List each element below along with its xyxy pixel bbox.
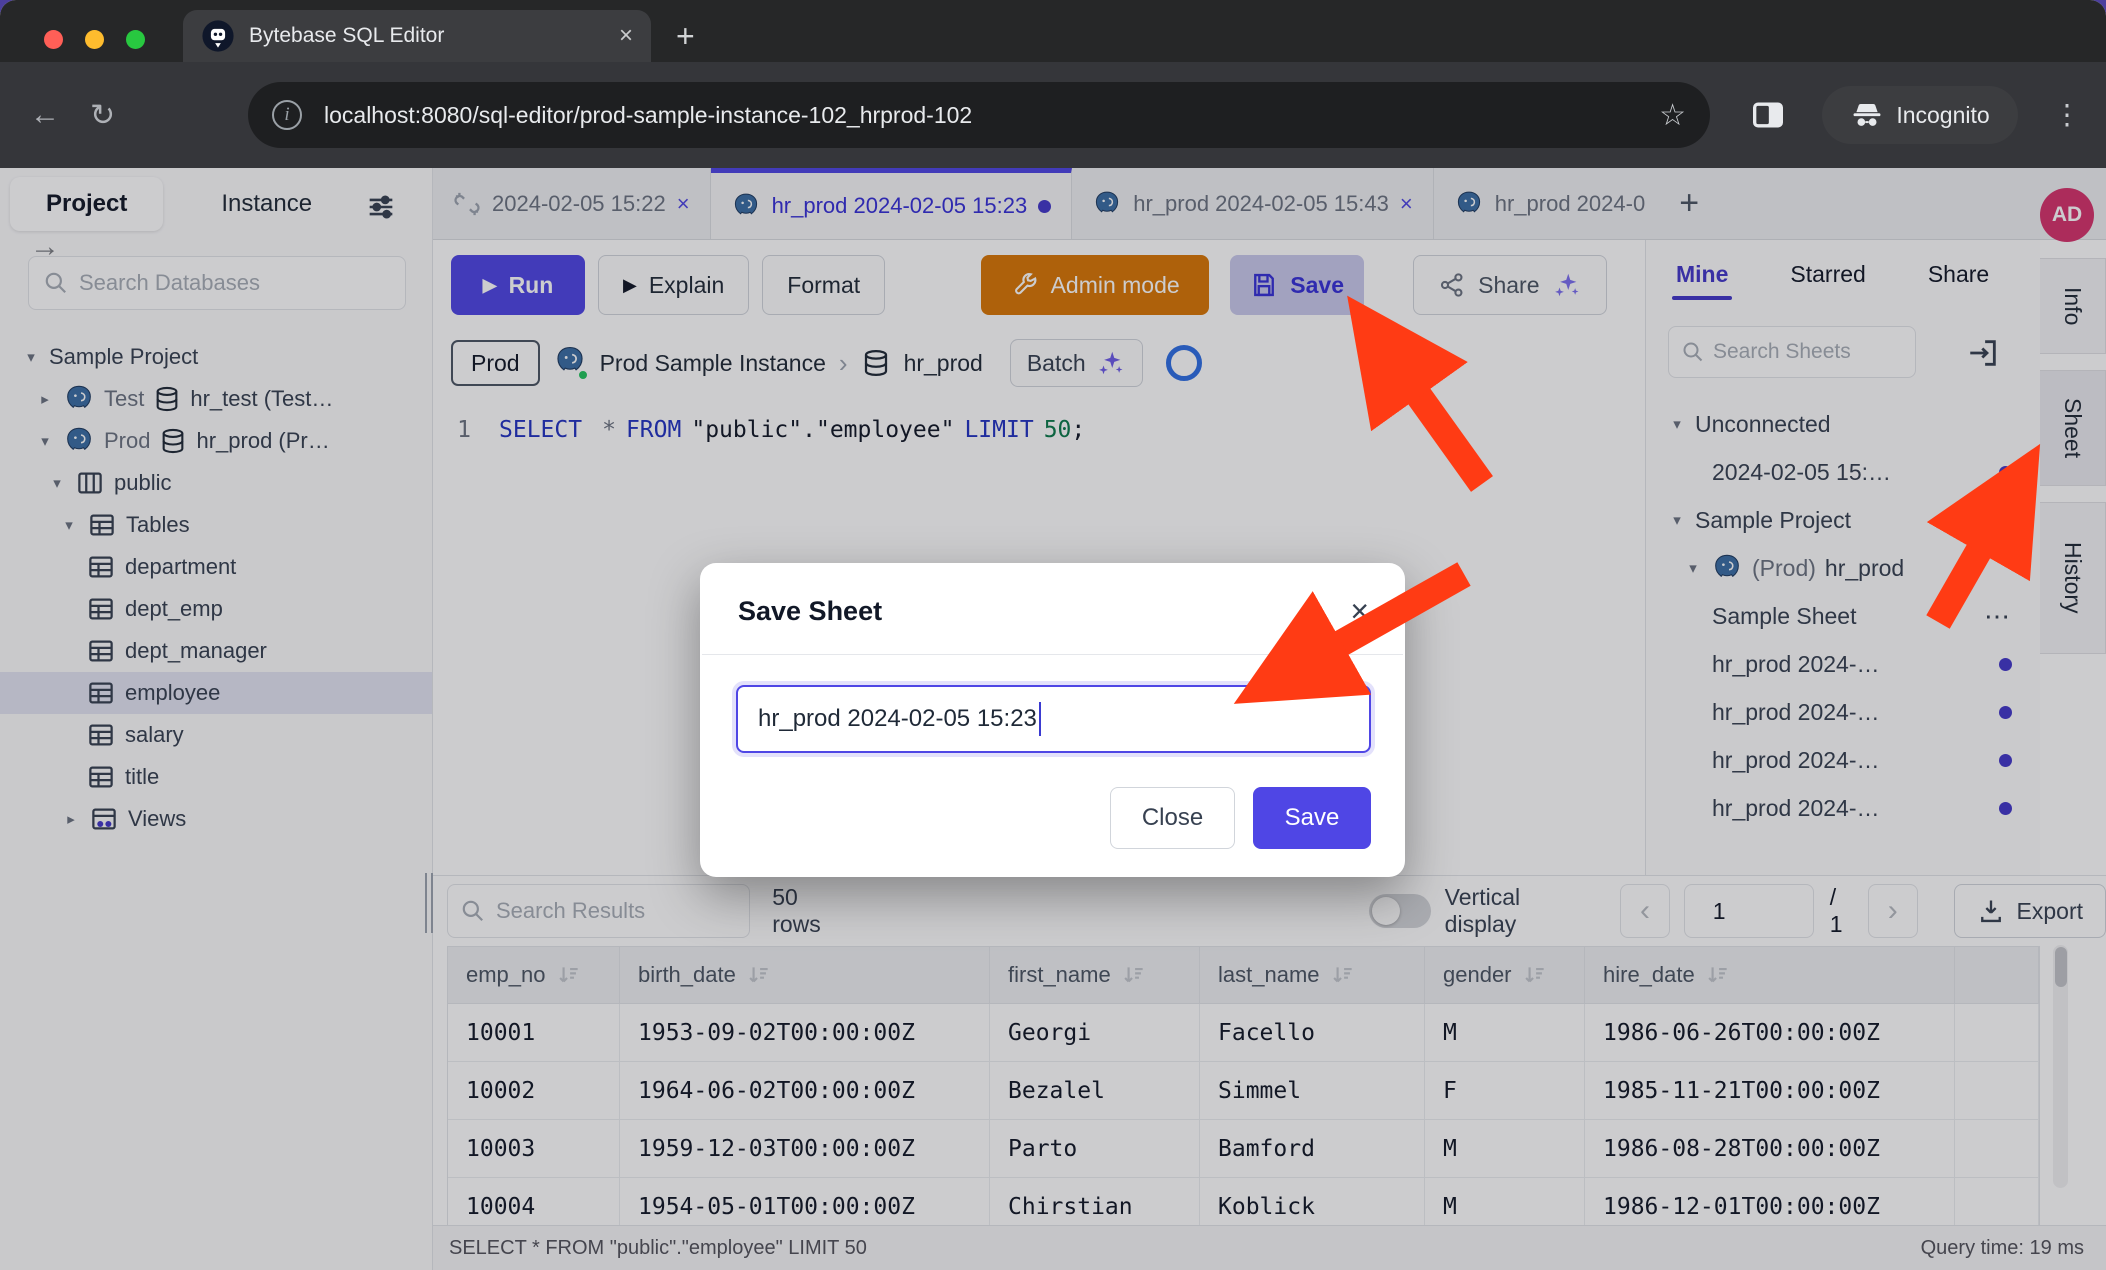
side-panel-icon[interactable] bbox=[1748, 95, 1788, 135]
incognito-label: Incognito bbox=[1896, 102, 1989, 129]
modal-title: Save Sheet bbox=[738, 596, 1350, 627]
mac-minimize-button[interactable] bbox=[85, 30, 104, 49]
url-text[interactable]: localhost:8080/sql-editor/prod-sample-in… bbox=[324, 102, 1659, 129]
modal-close-button[interactable]: Close bbox=[1110, 787, 1235, 849]
browser-tab-strip: Bytebase SQL Editor × + bbox=[0, 0, 2106, 62]
back-icon[interactable]: ← bbox=[30, 98, 60, 132]
mac-zoom-button[interactable] bbox=[126, 30, 145, 49]
sheet-name-value: hr_prod 2024-02-05 15:23 bbox=[758, 705, 1037, 733]
bookmark-star-icon[interactable]: ☆ bbox=[1659, 98, 1686, 133]
sheet-name-input[interactable]: hr_prod 2024-02-05 15:23 bbox=[736, 685, 1371, 753]
modal-divider bbox=[702, 654, 1403, 655]
browser-tab[interactable]: Bytebase SQL Editor × bbox=[183, 10, 651, 62]
new-tab-button[interactable]: + bbox=[676, 18, 695, 55]
browser-toolbar: ← → ↻ i localhost:8080/sql-editor/prod-s… bbox=[0, 62, 2106, 168]
incognito-badge: Incognito bbox=[1822, 86, 2018, 144]
browser-tab-close-icon[interactable]: × bbox=[619, 22, 633, 50]
bytebase-favicon bbox=[201, 19, 235, 53]
save-sheet-modal: Save Sheet × hr_prod 2024-02-05 15:23 Cl… bbox=[700, 563, 1405, 877]
site-info-icon[interactable]: i bbox=[272, 100, 302, 130]
incognito-icon bbox=[1850, 98, 1884, 132]
url-bar[interactable]: i localhost:8080/sql-editor/prod-sample-… bbox=[248, 82, 1710, 148]
modal-close-icon[interactable]: × bbox=[1350, 593, 1369, 630]
mac-close-button[interactable] bbox=[44, 30, 63, 49]
text-caret bbox=[1039, 702, 1042, 736]
browser-menu-icon[interactable]: ⋮ bbox=[2053, 98, 2082, 131]
reload-icon[interactable]: ↻ bbox=[90, 98, 115, 133]
modal-save-button[interactable]: Save bbox=[1253, 787, 1371, 849]
browser-window: Bytebase SQL Editor × + ← → ↻ i localhos… bbox=[0, 0, 2106, 1270]
browser-tab-title: Bytebase SQL Editor bbox=[249, 24, 605, 48]
